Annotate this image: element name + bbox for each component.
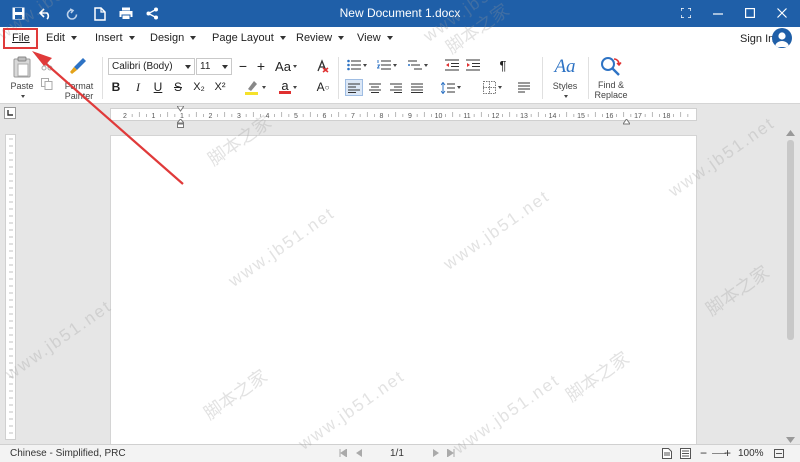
annotation-arrow-icon [32,51,184,185]
